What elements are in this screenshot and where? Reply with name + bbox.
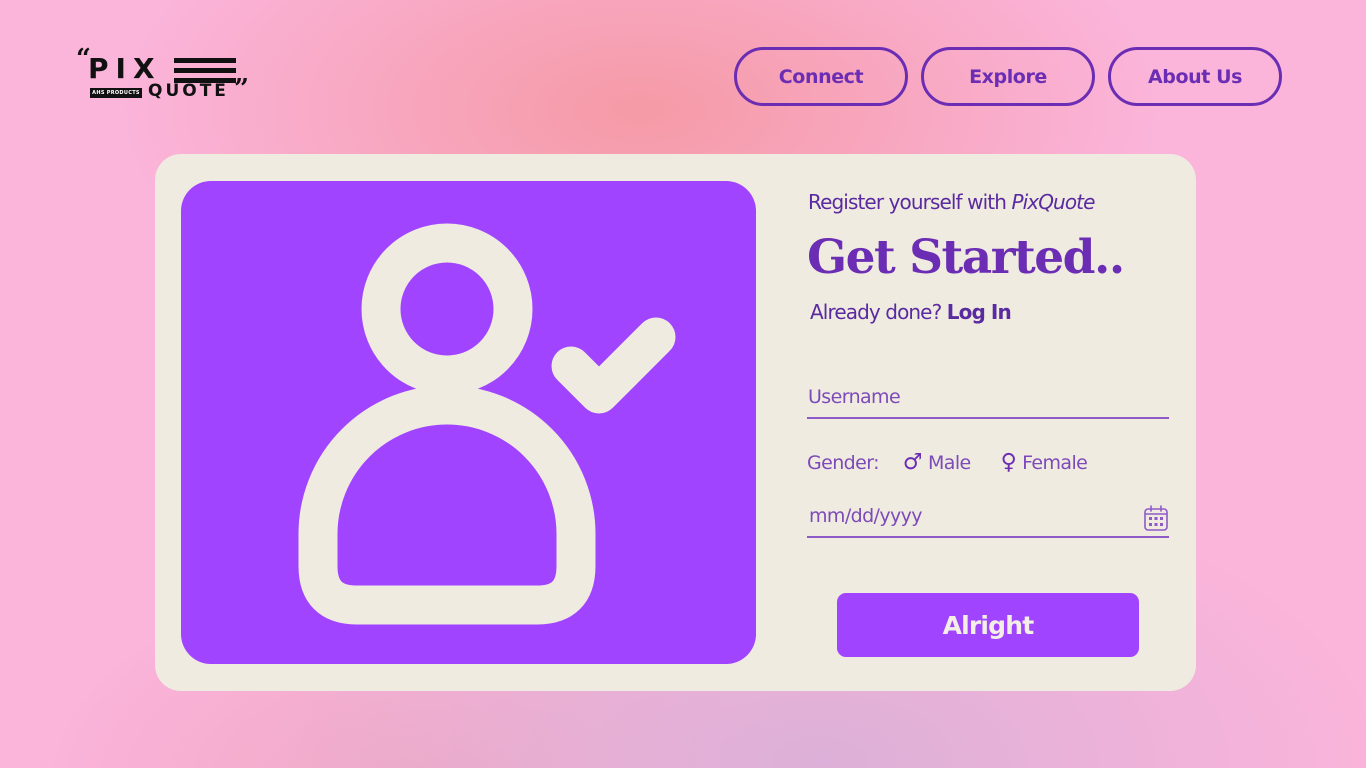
- gender-label: Gender:: [807, 452, 879, 474]
- illustration-panel: [181, 181, 756, 664]
- subtitle-prefix: Register yourself with: [808, 190, 1012, 214]
- alright-button[interactable]: Alright: [837, 593, 1139, 657]
- registration-form: Register yourself with PixQuote Get Star…: [807, 154, 1171, 691]
- date-placeholder: mm/dd/yyyy: [809, 505, 923, 527]
- logo-bar: [174, 68, 236, 73]
- logo-tagline: AHS PRODUCTS: [90, 88, 142, 98]
- page-title: Get Started..: [807, 230, 1125, 285]
- logo-bar: [174, 58, 236, 63]
- pixquote-logo[interactable]: “ PIX AHS PRODUCTS QUOTE ”: [76, 44, 256, 106]
- connect-button[interactable]: Connect: [734, 47, 908, 106]
- subtitle-brand: PixQuote: [1011, 190, 1095, 214]
- login-prompt-line: Already done? Log In: [810, 300, 1012, 324]
- gender-option-label: Male: [928, 452, 971, 474]
- top-nav: Connect Explore About Us: [734, 47, 1282, 106]
- login-prompt: Already done?: [810, 300, 947, 324]
- birthdate-input[interactable]: mm/dd/yyyy: [807, 496, 1169, 538]
- gender-option-male[interactable]: ♂ Male: [902, 450, 971, 475]
- logo-close-quote: ”: [234, 74, 249, 104]
- user-check-icon: [298, 223, 676, 625]
- gender-option-label: Female: [1022, 452, 1088, 474]
- registration-card: Register yourself with PixQuote Get Star…: [155, 154, 1196, 691]
- calendar-icon[interactable]: [1143, 504, 1169, 532]
- about-us-button[interactable]: About Us: [1108, 47, 1282, 106]
- login-link[interactable]: Log In: [947, 300, 1012, 324]
- register-subtitle: Register yourself with PixQuote: [808, 190, 1095, 214]
- female-icon: ♀: [1000, 450, 1017, 475]
- username-input[interactable]: [807, 377, 1169, 419]
- logo-quote-text: QUOTE: [148, 81, 229, 101]
- explore-button[interactable]: Explore: [921, 47, 1095, 106]
- gender-option-female[interactable]: ♀ Female: [1000, 450, 1088, 475]
- male-icon: ♂: [902, 450, 923, 475]
- gender-selector: Gender: ♂ Male ♀ Female: [807, 450, 1169, 476]
